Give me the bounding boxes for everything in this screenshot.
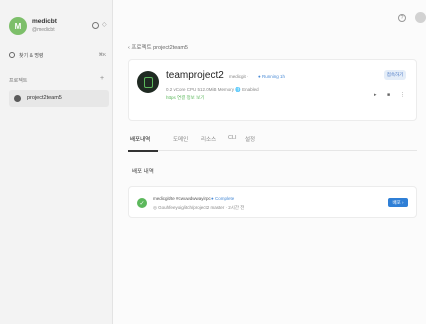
section-title: 배포 내역 — [132, 169, 154, 175]
status-badge: ● Running 1h — [258, 74, 285, 79]
avatar[interactable]: M — [9, 17, 27, 35]
more-icon[interactable]: ⋮ — [400, 92, 405, 98]
search-label: 찾기 & 명령 — [19, 53, 44, 59]
deployment-status: ● Complete — [211, 196, 235, 201]
help-icon[interactable]: ? — [398, 14, 406, 22]
project-title: teamproject2 — [166, 70, 224, 81]
tab-domains[interactable]: 도메인 — [173, 135, 188, 143]
search-command[interactable]: 찾기 & 명령 ⌘K — [9, 50, 106, 62]
user-menu[interactable]: M medicbt @medicbt ◇ — [9, 13, 109, 39]
user-name: medicbt — [32, 18, 57, 25]
sidebar-item-label: project2team5 — [27, 95, 62, 101]
deploy-button[interactable]: 배포 › — [388, 198, 408, 207]
search-shortcut: ⌘K — [98, 52, 106, 57]
active-tab-indicator — [128, 150, 158, 152]
connect-button[interactable]: 접속하기 — [384, 70, 406, 80]
deployment-name: medicgit/te #cwuwdwwayirpc — [153, 196, 211, 201]
search-icon — [9, 52, 15, 58]
tab-deployments[interactable]: 배포내역 — [130, 135, 150, 143]
project-specs: 0.2 vCore CPU 512.0MiB Memory 🌐 Enabled — [166, 87, 259, 92]
project-card: teamproject2 medicgit · ● Running 1h 0.2… — [128, 59, 417, 121]
project-owner: medicgit · — [229, 74, 249, 79]
sidebar: M medicbt @medicbt ◇ 찾기 & 명령 ⌘K 프로젝트 + p… — [0, 0, 113, 324]
check-icon: ✓ — [137, 198, 147, 208]
gear-icon[interactable] — [92, 22, 99, 29]
sidebar-item-project[interactable]: project2team5 — [9, 90, 109, 107]
play-icon[interactable]: ▸ — [374, 92, 377, 98]
tabs: 배포내역 도메인 리소스 CLI 설정 — [128, 133, 417, 152]
deployment-detail: ◎ Gouhfeeyoig/itch/project2 master · 2시간… — [153, 205, 245, 210]
project-logo-icon — [137, 71, 159, 93]
connection-info-link[interactable]: https 연결 정보 보기 — [166, 95, 204, 101]
main-content: ? ‹ 프로젝트 project2team5 teamproject2 medi… — [113, 0, 426, 324]
list-item[interactable]: ✓ medicgit/te #cwuwdwwayirpc ● Complete … — [128, 186, 417, 218]
chevron-down-icon[interactable]: ◇ — [102, 21, 107, 28]
breadcrumb[interactable]: ‹ 프로젝트 project2team5 — [128, 43, 188, 51]
tab-cli[interactable]: CLI — [228, 135, 237, 141]
add-project-button[interactable]: + — [100, 75, 104, 82]
project-icon — [14, 95, 21, 102]
stop-icon[interactable]: ■ — [387, 92, 390, 98]
tab-settings[interactable]: 설정 — [245, 135, 255, 143]
projects-section-label: 프로젝트 — [9, 78, 28, 84]
account-avatar[interactable] — [415, 12, 426, 23]
tab-resources[interactable]: 리소스 — [201, 135, 216, 143]
user-handle: @medicbt — [32, 27, 55, 33]
